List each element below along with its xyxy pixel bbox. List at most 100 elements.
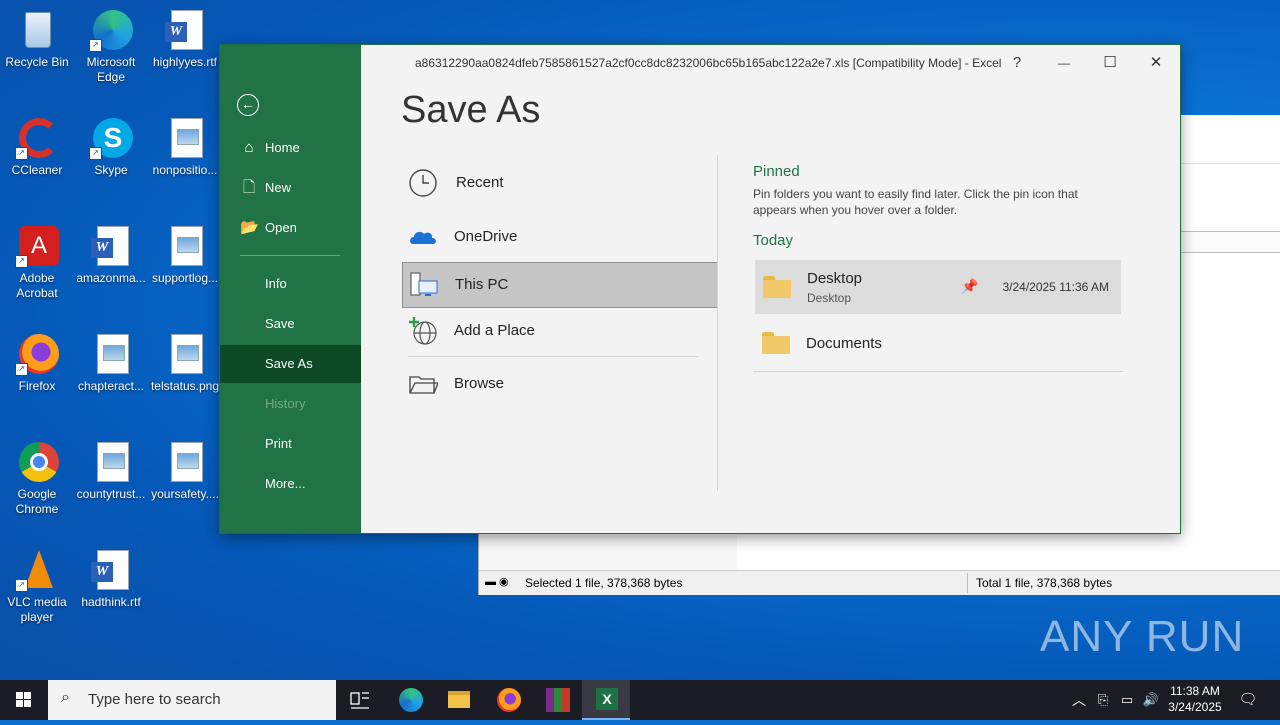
- word-document-icon: W: [89, 224, 133, 268]
- location-browse[interactable]: Browse: [402, 362, 716, 406]
- tray-volume-icon[interactable]: 🔊: [1140, 680, 1162, 720]
- desktop-icon-adobe-acrobat[interactable]: A ↗ Adobe Acrobat: [0, 224, 74, 301]
- edge-icon: [399, 688, 423, 712]
- locations-divider: [408, 356, 698, 357]
- tray-meet-icon[interactable]: ⎘: [1092, 680, 1114, 720]
- close-button[interactable]: ✕: [1136, 49, 1176, 77]
- firefox-icon: ↗: [15, 332, 59, 376]
- location-recent[interactable]: Recent: [402, 161, 716, 205]
- excel-window: ← ⌂ Home 🗋 New 📂 Open Info Save Save As …: [220, 45, 1180, 533]
- backstage-item-save[interactable]: Save: [220, 305, 361, 343]
- taskbar-winrar[interactable]: [533, 680, 581, 720]
- tray-clock[interactable]: 11:38 AM 3/24/2025: [1164, 680, 1226, 720]
- desktop-icon-recycle-bin[interactable]: Recycle Bin: [0, 8, 74, 70]
- panel-separator: [717, 155, 718, 491]
- windows-logo-icon: [16, 692, 31, 707]
- status-total: Total 1 file, 378,368 bytes: [976, 576, 1113, 590]
- taskbar-edge[interactable]: [386, 680, 434, 720]
- computer-icon: [410, 272, 438, 296]
- page-title: Save As: [401, 89, 541, 131]
- maximize-button[interactable]: ☐: [1090, 49, 1130, 77]
- clock-date: 3/24/2025: [1168, 700, 1222, 714]
- location-add-a-place[interactable]: Add a Place: [402, 309, 716, 353]
- folder-desktop[interactable]: Desktop Desktop 📌 3/24/2025 11:36 AM: [755, 260, 1121, 314]
- folders-divider: [753, 371, 1123, 372]
- image-file-icon: [163, 224, 207, 268]
- add-place-globe-icon: [409, 317, 437, 345]
- taskbar-firefox[interactable]: [484, 680, 532, 720]
- backstage-item-open[interactable]: 📂 Open: [220, 209, 361, 247]
- start-button[interactable]: [0, 680, 48, 720]
- minimize-button[interactable]: —: [1044, 49, 1084, 77]
- word-document-icon: W: [89, 548, 133, 592]
- tray-network-icon[interactable]: ▭: [1116, 680, 1138, 720]
- image-file-icon: [163, 440, 207, 484]
- cloud-icon: [410, 231, 436, 244]
- window-title: a86312290aa0824dfeb7585861527a2cf0cc8dc8…: [415, 56, 1002, 70]
- help-button[interactable]: ?: [997, 49, 1037, 77]
- backstage-item-print[interactable]: Print: [220, 425, 361, 463]
- location-onedrive[interactable]: OneDrive: [402, 215, 716, 259]
- task-view-icon: [350, 692, 369, 709]
- desktop-icon-supportlog[interactable]: supportlog...: [148, 224, 222, 286]
- file-explorer-icon: [448, 691, 470, 708]
- backstage-item-home[interactable]: ⌂ Home: [220, 129, 361, 167]
- desktop-icon-yoursafety[interactable]: yoursafety....: [148, 440, 222, 502]
- notification-icon[interactable]: 🗨: [1232, 680, 1264, 720]
- home-icon: ⌂: [244, 139, 254, 156]
- desktop-icon-edge[interactable]: ↗ Microsoft Edge: [74, 8, 148, 85]
- status-drive-icon: ▬ ◉: [485, 576, 509, 588]
- excel-icon: X: [596, 688, 618, 710]
- backstage-item-history: History: [265, 396, 306, 411]
- pinned-description: Pin folders you want to easily find late…: [753, 187, 1078, 217]
- word-document-icon: W: [163, 8, 207, 52]
- today-heading: Today: [753, 232, 794, 249]
- chrome-icon: [15, 440, 59, 484]
- tray-chevron-icon[interactable]: ︿: [1068, 680, 1090, 720]
- desktop-icon-ccleaner[interactable]: ↗ CCleaner: [0, 116, 74, 178]
- folder-icon: [762, 332, 790, 354]
- anyrun-watermark: ANY RUN: [1040, 612, 1245, 661]
- excel-title-bar: a86312290aa0824dfeb7585861527a2cf0cc8dc8…: [361, 45, 1180, 81]
- clock-time: 11:38 AM: [1170, 684, 1220, 698]
- back-arrow-icon[interactable]: ←: [237, 94, 259, 116]
- explorer-status-bar: ▬ ◉ Selected 1 file, 378,368 bytes Total…: [479, 570, 1280, 595]
- desktop-icon-skype[interactable]: S ↗ Skype: [74, 116, 148, 178]
- backstage-item-more[interactable]: More...: [220, 465, 361, 503]
- desktop-icon-countytrust[interactable]: countytrust...: [74, 440, 148, 502]
- task-view-button[interactable]: [336, 680, 384, 720]
- backstage-item-new[interactable]: 🗋 New: [220, 169, 361, 207]
- acrobat-icon: A ↗: [15, 224, 59, 268]
- desktop-icon-telstatus-png[interactable]: telstatus.png: [148, 332, 222, 394]
- skype-icon: S ↗: [89, 116, 133, 160]
- folder-icon: [763, 276, 791, 298]
- location-this-pc[interactable]: This PC: [402, 262, 718, 308]
- taskbar-file-explorer[interactable]: [435, 680, 483, 720]
- image-file-icon: [89, 332, 133, 376]
- backstage-item-info[interactable]: Info: [220, 265, 361, 303]
- image-file-icon: [89, 440, 133, 484]
- desktop-icon-google-chrome[interactable]: Google Chrome: [0, 440, 74, 517]
- desktop-icon-firefox[interactable]: ↗ Firefox: [0, 332, 74, 394]
- desktop-icon-vlc[interactable]: ↗ VLC media player: [0, 548, 74, 625]
- taskbar-excel[interactable]: X: [582, 680, 630, 720]
- clock-icon: [409, 169, 437, 197]
- folder-documents[interactable]: Documents: [755, 317, 1121, 371]
- pin-icon[interactable]: 📌: [961, 278, 978, 295]
- backstage-nav: ← ⌂ Home 🗋 New 📂 Open Info Save Save As …: [220, 45, 361, 533]
- pinned-heading: Pinned: [753, 163, 800, 180]
- desktop-icon-highlyyes-rtf[interactable]: W highlyyes.rtf: [148, 8, 222, 70]
- vlc-icon: ↗: [15, 548, 59, 592]
- status-separator: [967, 573, 968, 593]
- search-icon: ⌕: [61, 689, 70, 706]
- backstage-item-save-as[interactable]: Save As: [220, 345, 361, 383]
- desktop-icon-hadthink-rtf[interactable]: W hadthink.rtf: [74, 548, 148, 610]
- image-file-icon: [163, 116, 207, 160]
- new-document-icon: 🗋: [242, 179, 256, 196]
- image-file-icon: [163, 332, 207, 376]
- desktop-icon-amazonma[interactable]: W amazonma...: [74, 224, 148, 286]
- taskbar-search-box[interactable]: ⌕ Type here to search: [48, 680, 336, 720]
- desktop-icon-nonpositio[interactable]: nonpositio...: [148, 116, 222, 178]
- status-selected: Selected 1 file, 378,368 bytes: [525, 576, 683, 590]
- desktop-icon-chapteract[interactable]: chapteract...: [74, 332, 148, 394]
